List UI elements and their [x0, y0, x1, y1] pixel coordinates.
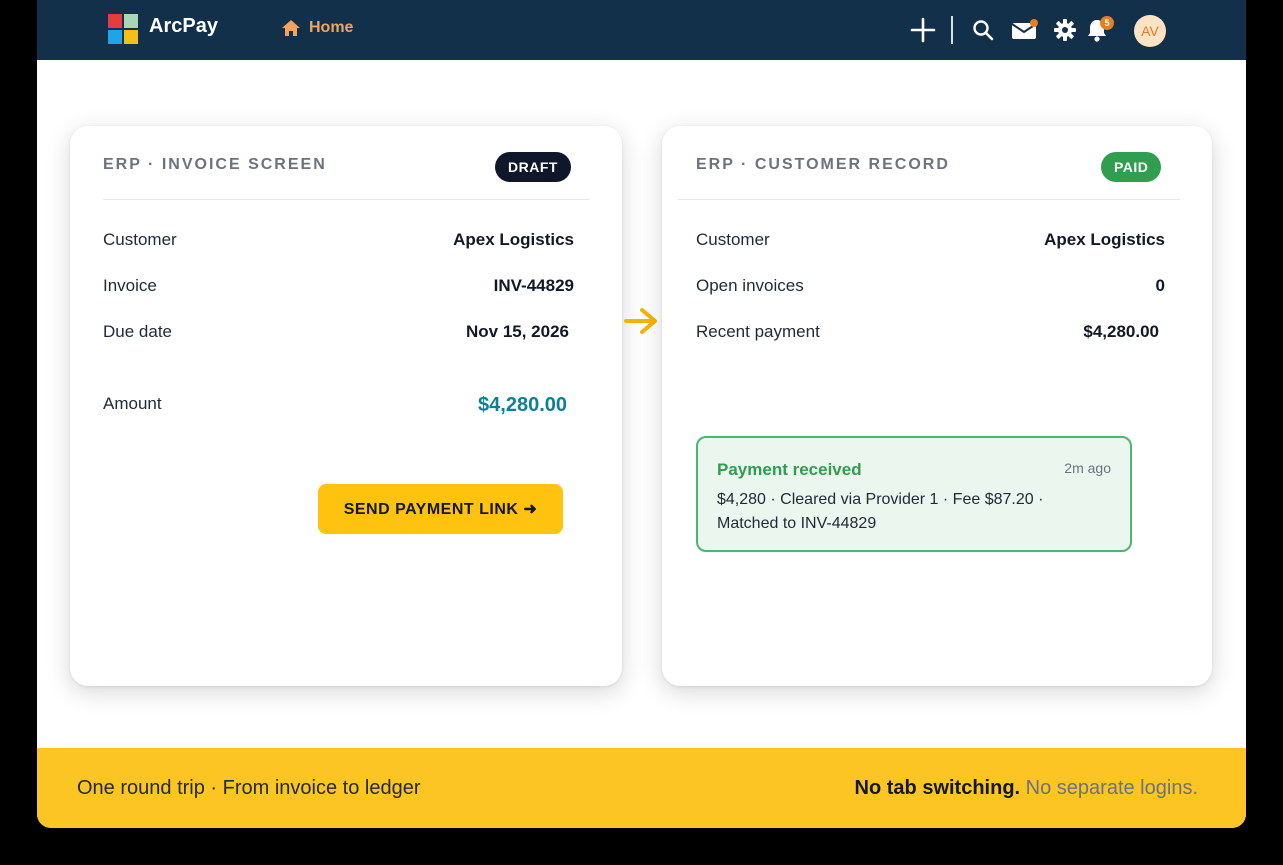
customer-card-title: ERP · CUSTOMER RECORD: [696, 156, 950, 173]
footer-tagline: One round trip · From invoice to ledger: [77, 777, 421, 799]
footer-benefits: No tab switching. No separate logins.: [855, 777, 1198, 800]
footer-benefit-strong: No tab switching.: [854, 777, 1021, 799]
home-label: Home: [309, 19, 354, 36]
due-date-label: Due date: [103, 322, 172, 341]
customer-value: Apex Logistics: [453, 230, 574, 249]
toolbar-divider: [951, 16, 953, 44]
invoice-card: ERP · INVOICE SCREEN DRAFT Customer Apex…: [70, 126, 622, 686]
invoice-card-title: ERP · INVOICE SCREEN: [103, 156, 327, 173]
notification-title: Payment received: [717, 460, 862, 479]
open-invoices-label: Open invoices: [696, 276, 804, 295]
brand-name: ArcPay: [149, 15, 218, 37]
customer-label: Customer: [696, 230, 770, 249]
plus-icon[interactable]: [908, 15, 938, 45]
notification-text: $4,280 · Cleared via Provider 1 · Fee $8…: [717, 491, 1044, 532]
recent-payment-label: Recent payment: [696, 322, 820, 341]
home-icon: [282, 20, 300, 36]
recent-payment-value: $4,280.00: [1083, 322, 1159, 341]
divider: [103, 199, 589, 200]
logo-icon: [108, 14, 140, 46]
top-navigation-bar: ArcPay Home 5 AV: [37, 0, 1246, 60]
open-invoices-value: 0: [1155, 276, 1165, 295]
due-date-value: Nov 15, 2026: [465, 322, 569, 341]
amount-label: Amount: [103, 394, 162, 413]
footer-benefit-muted: No separate logins.: [1025, 777, 1198, 799]
invoice-label: Invoice: [103, 276, 157, 295]
gear-icon[interactable]: [1050, 15, 1080, 45]
customer-value: Apex Logistics: [1044, 230, 1165, 249]
mail-icon[interactable]: [1009, 15, 1039, 45]
app-window: ArcPay Home 5 AV ERP · INVOICE SCREEN DR…: [37, 0, 1246, 828]
amount-value: $4,280.00: [478, 394, 567, 416]
divider: [678, 199, 1180, 200]
payment-received-notification: Payment received 2m ago $4,280 · Cleared…: [696, 436, 1132, 552]
customer-label: Customer: [103, 230, 177, 249]
home-link[interactable]: Home: [281, 19, 353, 37]
invoice-value: INV-44829: [493, 276, 574, 295]
status-badge-draft: DRAFT: [495, 152, 571, 182]
status-badge-paid: PAID: [1101, 152, 1162, 182]
notification-count-badge: 5: [1100, 16, 1114, 30]
send-payment-link-button[interactable]: SEND PAYMENT LINK ➜: [318, 484, 563, 534]
customer-record-card: ERP · CUSTOMER RECORD PAID Customer Apex…: [662, 126, 1212, 686]
arrow-right-icon: [624, 308, 657, 334]
notification-time: 2m ago: [1064, 460, 1111, 476]
search-icon[interactable]: [968, 15, 998, 45]
footer-banner: One round trip · From invoice to ledger …: [37, 748, 1246, 828]
user-avatar[interactable]: AV: [1134, 15, 1166, 47]
